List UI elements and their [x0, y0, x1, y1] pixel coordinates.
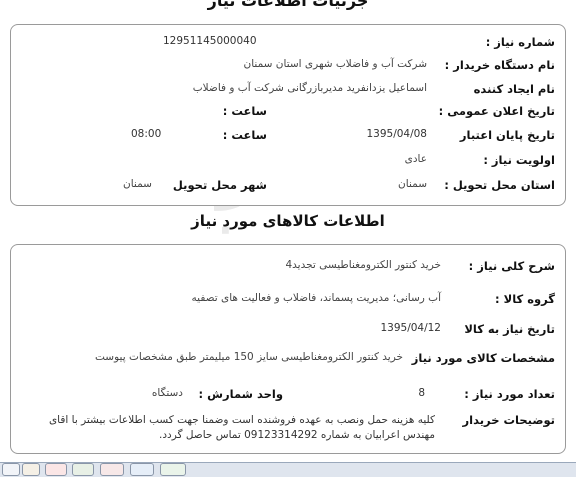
need-date-row: تاریخ نیاز به کالا 1395/04/12 — [11, 322, 565, 342]
deadline-time-label: ساعت : — [222, 128, 267, 142]
taskbar — [0, 462, 576, 477]
taskbar-app-button[interactable] — [22, 463, 40, 476]
creator-value: اسماعیل یزدانفرید مدیربازرگانی شرکت آب و… — [192, 82, 427, 94]
deadline-row: تاریخ پایان اعتبار 1395/04/08 ساعت : 08:… — [11, 128, 565, 148]
unit-value: دستگاه — [151, 387, 183, 399]
province-label: استان محل تحویل : — [444, 178, 555, 192]
app-icon[interactable] — [160, 463, 186, 476]
notes-value: کلیه هزینه حمل ونصب به عهده فروشنده است … — [48, 414, 435, 441]
page-title: جزئیات اطلاعات نیاز — [207, 0, 369, 10]
notes-row: توضیحات خریدار کلیه هزینه حمل ونصب به عه… — [11, 413, 565, 447]
tender-info-panel: شماره نیاز : 12951145000040 نام دستگاه خ… — [10, 24, 566, 206]
folder-icon[interactable] — [130, 463, 154, 476]
buyer-label: نام دستگاه خریدار : — [444, 58, 555, 72]
city-label: شهر محل تحویل — [172, 178, 267, 192]
notes-label: توضیحات خریدار — [462, 413, 555, 427]
group-row: گروه کالا : آب رسانی؛ مدیریت پسماند، فاض… — [11, 292, 565, 312]
summary-row: شرح کلی نیاز : خرید کنتور الکترومغناطیسی… — [11, 259, 565, 279]
tender-number-row: شماره نیاز : 12951145000040 — [11, 35, 565, 55]
specs-value: خرید کنتور الکترومغناطیسی سایز 150 میلیم… — [95, 351, 403, 363]
specs-row: مشخصات کالای مورد نیاز خرید کنتور الکترو… — [11, 351, 565, 371]
record-icon[interactable] — [100, 463, 124, 476]
deadline-time: 08:00 — [131, 128, 162, 140]
quantity-label: تعداد مورد نیاز : — [464, 387, 555, 401]
start-button[interactable] — [2, 463, 20, 476]
delivery-row: استان محل تحویل : سمنان شهر محل تحویل سم… — [11, 178, 565, 198]
media-icon[interactable] — [72, 463, 94, 476]
province-value: سمنان — [398, 178, 427, 190]
announce-time-label: ساعت : — [222, 104, 267, 118]
announce-label: تاریخ اعلان عمومی : — [438, 104, 555, 118]
buyer-row: نام دستگاه خریدار : شرکت آب و فاضلاب شهر… — [11, 58, 565, 78]
unit-label: واحد شمارش : — [198, 387, 283, 401]
goods-info-panel: شرح کلی نیاز : خرید کنتور الکترومغناطیسی… — [10, 244, 566, 454]
quantity-row: تعداد مورد نیاز : 8 واحد شمارش : دستگاه — [11, 387, 565, 407]
priority-value: عادی — [404, 153, 427, 165]
creator-label: نام ایجاد کننده — [473, 82, 555, 96]
announce-row: تاریخ اعلان عمومی : ساعت : — [11, 104, 565, 124]
browser-icon[interactable] — [45, 463, 67, 476]
specs-label: مشخصات کالای مورد نیاز — [411, 351, 555, 365]
priority-row: اولویت نیاز : عادی — [11, 153, 565, 173]
group-label: گروه کالا : — [495, 292, 555, 306]
need-date-label: تاریخ نیاز به کالا — [464, 322, 555, 336]
need-date-value: 1395/04/12 — [380, 322, 441, 334]
city-value: سمنان — [123, 178, 152, 190]
quantity-value: 8 — [418, 387, 425, 399]
buyer-value: شرکت آب و فاضلاب شهری استان سمنان — [243, 58, 427, 70]
priority-label: اولویت نیاز : — [483, 153, 555, 167]
deadline-date: 1395/04/08 — [366, 128, 427, 140]
tender-number-value: 12951145000040 — [163, 35, 257, 47]
summary-value: خرید کنتور الکترومغناطیسی تجدید4 — [285, 259, 441, 271]
goods-section-title: اطلاعات کالاهای مورد نیاز — [191, 212, 385, 230]
deadline-label: تاریخ پایان اعتبار — [459, 128, 555, 142]
creator-row: نام ایجاد کننده اسماعیل یزدانفرید مدیربا… — [11, 82, 565, 102]
group-value: آب رسانی؛ مدیریت پسماند، فاضلاب و فعالیت… — [191, 292, 441, 304]
summary-label: شرح کلی نیاز : — [468, 259, 555, 273]
tender-number-label: شماره نیاز : — [485, 35, 555, 49]
